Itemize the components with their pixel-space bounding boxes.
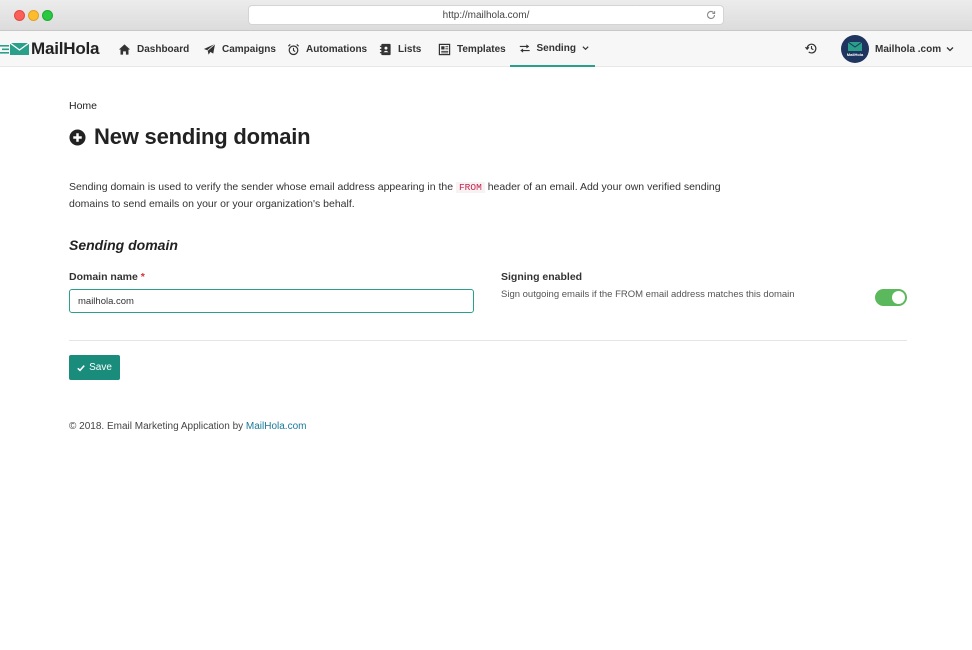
- signing-enabled-description: Sign outgoing emails if the FROM email a…: [501, 289, 795, 300]
- brand-name: MailHola: [31, 39, 100, 58]
- signing-enabled-toggle[interactable]: [875, 289, 907, 306]
- nav-item-templates[interactable]: Templates: [438, 31, 506, 67]
- plus-circle-icon: [69, 128, 86, 146]
- page-header: New sending domain: [69, 124, 311, 150]
- nav-item-campaigns[interactable]: Campaigns: [203, 31, 276, 67]
- breadcrumb[interactable]: Home: [69, 100, 97, 112]
- domain-name-label-text: Domain name: [69, 271, 138, 283]
- avatar[interactable]: MailHola: [841, 35, 869, 63]
- home-icon: [118, 43, 131, 55]
- nav-item-label: Automations: [306, 43, 368, 55]
- domain-name-input[interactable]: [69, 289, 474, 313]
- nav-item-label: Templates: [457, 43, 506, 55]
- save-button-label: Save: [89, 362, 112, 373]
- avatar-logo-icon: [848, 42, 862, 51]
- top-navbar: MailHola Dashboard Campaigns Automations…: [0, 31, 972, 67]
- nav-item-automations[interactable]: Automations: [287, 31, 367, 67]
- page-description: Sending domain is used to verify the sen…: [69, 179, 749, 212]
- description-text-before: Sending domain is used to verify the sen…: [69, 181, 456, 193]
- reload-icon[interactable]: [705, 9, 717, 21]
- nav-item-label: Lists: [398, 43, 422, 55]
- brand-logo[interactable]: MailHola: [0, 38, 100, 60]
- description-code-from: FROM: [455, 182, 485, 193]
- alarm-clock-icon: [287, 43, 300, 55]
- template-icon: [438, 43, 451, 55]
- required-mark: *: [140, 271, 145, 283]
- history-icon[interactable]: [805, 42, 818, 55]
- account-name: Mailhola .com: [875, 43, 942, 55]
- paper-plane-icon: [203, 43, 216, 55]
- footer-link[interactable]: MailHola.com: [246, 421, 307, 432]
- footer: © 2018. Email Marketing Application by M…: [69, 421, 306, 432]
- avatar-text: MailHola: [846, 52, 864, 57]
- window-close-button[interactable]: [14, 10, 25, 21]
- exchange-arrows-icon: [519, 43, 530, 53]
- domain-name-label: Domain name *: [69, 271, 145, 283]
- browser-chrome: http://mailhola.com/: [0, 0, 972, 31]
- window-maximize-button[interactable]: [42, 10, 53, 21]
- nav-item-label: Dashboard: [137, 43, 190, 55]
- form-divider: [69, 340, 907, 341]
- nav-item-dashboard[interactable]: Dashboard: [118, 31, 189, 67]
- window-minimize-button[interactable]: [28, 10, 39, 21]
- nav-item-label: Sending: [536, 42, 576, 54]
- save-button[interactable]: Save: [69, 355, 120, 380]
- page-title: New sending domain: [94, 124, 311, 149]
- account-menu[interactable]: Mailhola .com: [875, 31, 954, 67]
- section-title: Sending domain: [69, 237, 178, 253]
- signing-enabled-label: Signing enabled: [501, 271, 583, 283]
- toggle-knob: [892, 291, 905, 304]
- chevron-down-icon: [582, 46, 589, 51]
- address-bar-url: http://mailhola.com/: [442, 10, 530, 21]
- address-bar[interactable]: http://mailhola.com/: [248, 5, 724, 25]
- brand-envelope-icon: [0, 42, 30, 55]
- check-icon: [77, 364, 85, 372]
- nav-item-label: Campaigns: [222, 43, 276, 55]
- breadcrumb-home[interactable]: Home: [69, 100, 97, 112]
- footer-text: © 2018. Email Marketing Application by: [69, 421, 246, 432]
- address-book-icon: [379, 43, 391, 55]
- nav-item-lists[interactable]: Lists: [379, 31, 421, 67]
- nav-item-sending[interactable]: Sending: [510, 31, 595, 67]
- chevron-down-icon: [946, 47, 954, 52]
